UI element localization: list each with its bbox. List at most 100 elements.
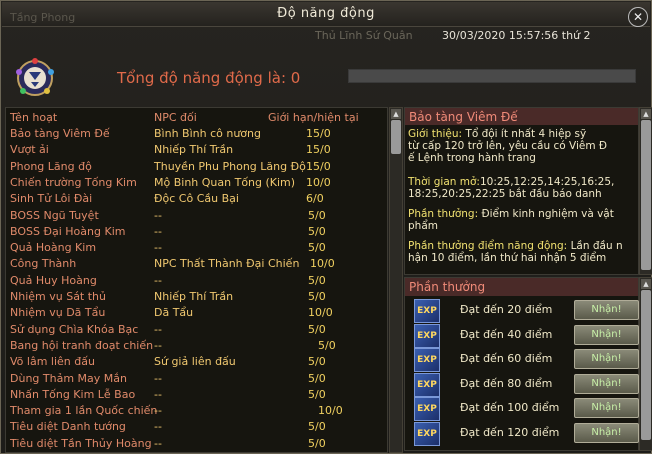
activity-limit: 10/0 — [306, 175, 331, 189]
activity-npc: -- — [154, 404, 162, 418]
table-row[interactable]: Bảo tàng Viêm Đế Bình Bình cô nương 15/0 — [6, 126, 387, 142]
rewards-scrollbar[interactable]: ▲ — [639, 277, 652, 451]
sub-bar: Thủ Lĩnh Sứ Quân 30/03/2020 15:57:56 thứ… — [2, 27, 650, 45]
reward-threshold-label: Đạt đến 120 điểm — [460, 426, 560, 439]
info-scrollbar[interactable]: ▲ — [639, 107, 652, 275]
info-scroll-up-arrow-icon[interactable]: ▲ — [641, 109, 651, 119]
claim-reward-button[interactable]: Nhận! — [574, 324, 639, 345]
reward-row: EXP Đạt đến 120 điểm Nhận! — [405, 421, 639, 446]
activity-name: Sử dụng Chìa Khóa Bạc — [10, 322, 139, 336]
table-row[interactable]: Dùng Thảm May Mắn -- 5/0 — [6, 371, 387, 387]
activity-name: BOSS Ngũ Tuyệt — [10, 208, 99, 222]
activity-npc: Nhiếp Thí Trần — [154, 290, 234, 303]
table-row[interactable]: Vượt ải Nhiếp Thí Trần 15/0 — [6, 142, 387, 158]
activity-npc: Nhiếp Thí Trần — [154, 143, 234, 157]
activity-name: Nhiệm vụ Dã Tẩu — [10, 306, 106, 320]
table-row[interactable]: Bang hội tranh đoạt chiến -- 5/0 — [6, 338, 387, 354]
reward-label: Phần thưởng: — [408, 208, 479, 220]
reward-row: EXP Đạt đến 100 điểm Nhận! — [405, 396, 639, 422]
activity-npc: Bình Bình cô nương — [154, 127, 261, 140]
table-row[interactable]: Sinh Tử Lôi Đài Độc Cô Cầu Bại 6/0 — [6, 191, 387, 207]
activity-name: Phong Lăng độ — [10, 159, 92, 173]
info-intro: Giới thiệu: Tổ đội ít nhất 4 hiệp sỹ từ … — [408, 128, 636, 164]
column-header-limit: Giới hạn/hiện tại — [268, 111, 359, 124]
activity-name: Võ lâm liên đấu — [10, 355, 95, 369]
rewards-scroll-thumb[interactable] — [641, 290, 651, 440]
claim-reward-button[interactable]: Nhận! — [574, 373, 639, 394]
activity-npc: -- — [154, 273, 162, 287]
close-button[interactable]: ✕ — [628, 7, 648, 27]
activity-emblem-icon — [16, 58, 54, 96]
activity-limit: 10/0 — [308, 306, 333, 320]
title-bar[interactable]: Tầng Phong Độ năng động — [2, 2, 650, 27]
activity-limit: 5/0 — [308, 290, 326, 303]
activity-limit: 5/0 — [318, 338, 336, 352]
table-row[interactable]: Nhấn Tống Kim Lễ Bao -- 5/0 — [6, 387, 387, 403]
table-row[interactable]: Tham gia 1 lần Quốc chiến -- 10/0 — [6, 403, 387, 419]
activity-npc: -- — [154, 208, 162, 222]
activity-name: Nhiệm vụ Sát thủ — [10, 290, 107, 303]
activity-npc: -- — [154, 387, 162, 401]
exp-icon: EXP — [414, 397, 440, 422]
activity-name: Quả Huy Hoàng — [10, 273, 97, 287]
reward-threshold-label: Đạt đến 20 điểm — [460, 303, 553, 316]
table-row[interactable]: Sử dụng Chìa Khóa Bạc -- 5/0 — [6, 322, 387, 338]
activity-name: Tiêu diệt Danh tướng — [10, 420, 126, 434]
rewards-scroll-up-arrow-icon[interactable]: ▲ — [641, 279, 651, 289]
reward-threshold-label: Đạt đến 80 điểm — [460, 376, 553, 390]
exp-icon: EXP — [414, 372, 440, 397]
claim-reward-button[interactable]: Nhận! — [574, 349, 639, 370]
activity-npc: Sứ giả liên đấu — [154, 355, 236, 369]
info-scroll-thumb[interactable] — [641, 120, 651, 270]
activity-npc: -- — [154, 338, 162, 352]
activity-name: Chiến trường Tống Kim — [10, 175, 137, 189]
column-header-npc: NPC đối — [154, 111, 197, 124]
table-row[interactable]: Công Thành NPC Thất Thành Đại Chiến 10/0 — [6, 256, 387, 272]
activity-npc: -- — [154, 241, 162, 255]
table-row[interactable]: BOSS Ngũ Tuyệt -- 5/0 — [6, 208, 387, 224]
points-text-1: Lần đầu n — [567, 240, 623, 252]
time-text-1: 10:25,12:25,14:25,16:25, — [479, 176, 615, 188]
reward-row: EXP Đạt đến 20 điểm Nhận! — [405, 298, 639, 323]
activity-list-scroll-thumb[interactable] — [391, 120, 401, 154]
activity-limit: 5/0 — [308, 224, 326, 238]
reward-threshold-label: Đạt đến 40 điểm — [460, 327, 553, 341]
activity-name: Bang hội tranh đoạt chiến — [10, 338, 154, 352]
activity-limit: 5/0 — [308, 208, 326, 222]
activity-name: Nhấn Tống Kim Lễ Bao — [10, 387, 136, 401]
table-row[interactable]: Nhiệm vụ Sát thủ Nhiếp Thí Trần 5/0 — [6, 289, 387, 305]
table-row[interactable]: Quả Huy Hoàng -- 5/0 — [6, 273, 387, 289]
table-row[interactable]: Võ lâm liên đấu Sứ giả liên đấu 5/0 — [6, 354, 387, 370]
reward-row: EXP Đạt đến 80 điểm Nhận! — [405, 372, 639, 397]
table-row[interactable]: BOSS Đại Hoàng Kim -- 5/0 — [6, 224, 387, 240]
points-text-2: hận 10 điểm, lần thứ hai nhận 5 điểm — [408, 252, 607, 264]
table-row[interactable]: Chiến trường Tống Kim Mộ Binh Quan Tống (… — [6, 175, 387, 191]
table-row[interactable]: Phong Lăng độ Thuyền Phu Phong Lăng Độ 15/… — [6, 159, 387, 175]
window-title: Độ năng động — [277, 6, 375, 21]
table-row[interactable]: Nhiệm vụ Dã Tẩu Dã Tẩu 10/0 — [6, 305, 387, 321]
scroll-up-arrow-icon[interactable]: ▲ — [391, 109, 401, 119]
activity-name: Quả Hoàng Kim — [10, 241, 97, 255]
rewards-heading-text: Phần thưởng — [409, 280, 486, 294]
activity-npc: Mộ Binh Quan Tống (Kim) — [154, 175, 296, 189]
activity-name: Tiêu diệt Tần Thủy Hoàng — [10, 436, 152, 450]
table-row[interactable]: Tiêu diệt Danh tướng -- 5/0 — [6, 419, 387, 435]
exp-icon: EXP — [414, 422, 440, 446]
activity-npc: -- — [154, 371, 162, 385]
activity-npc: Dã Tẩu — [154, 306, 194, 320]
table-row[interactable]: Quả Hoàng Kim -- 5/0 — [6, 240, 387, 256]
time-label: Thời gian mở: — [408, 176, 480, 188]
total-activity-label: Tổng độ năng động là: 0 — [117, 69, 301, 87]
claim-reward-button[interactable]: Nhận! — [574, 398, 639, 419]
info-reward: Phần thưởng: Điểm kinh nghiệm và vật phẩ… — [408, 208, 636, 232]
activity-limit: 5/0 — [308, 273, 326, 287]
claim-reward-button[interactable]: Nhận! — [574, 300, 639, 320]
time-text-2: 18:25,20:25,22:25 bắt đầu báo danh — [408, 188, 602, 200]
activity-limit: 5/0 — [308, 355, 326, 369]
activity-limit: 5/0 — [308, 436, 326, 450]
activity-list-scrollbar[interactable]: ▲ — [389, 107, 403, 453]
exp-icon: EXP — [414, 323, 440, 348]
claim-reward-button[interactable]: Nhận! — [574, 423, 639, 443]
table-row[interactable]: Tiêu diệt Tần Thủy Hoàng -- 5/0 — [6, 436, 387, 452]
reward-row: EXP Đạt đến 60 điểm Nhận! — [405, 347, 639, 373]
